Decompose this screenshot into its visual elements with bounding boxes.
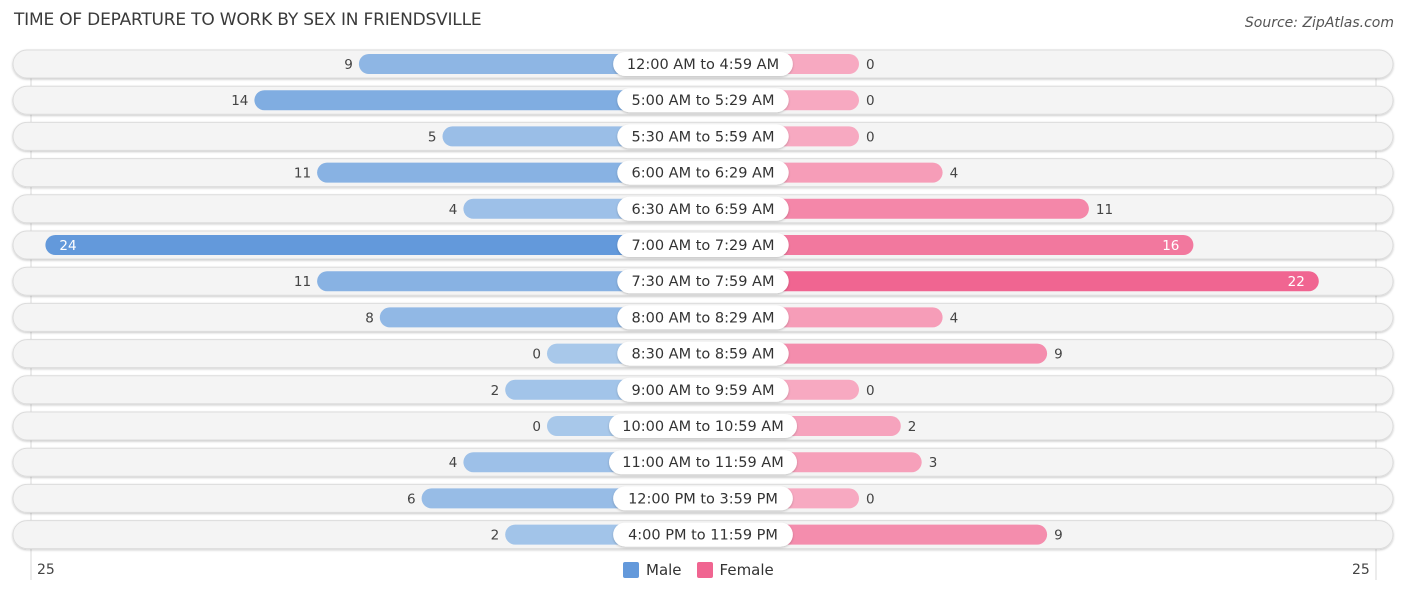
category-label: 7:00 AM to 7:29 AM bbox=[632, 238, 775, 254]
female-value-label: 11 bbox=[1096, 202, 1113, 218]
male-value-label: 8 bbox=[365, 310, 374, 326]
legend-item-female[interactable]: Female bbox=[696, 561, 774, 579]
category-label: 7:30 AM to 7:59 AM bbox=[632, 274, 775, 290]
female-value-label: 0 bbox=[866, 93, 875, 109]
chart-canvas: 12:00 AM to 4:59 AM 9 0 5:00 AM to 5:29 AM 1… bbox=[12, 49, 1394, 580]
axis-tick-right: 25 bbox=[1352, 562, 1370, 578]
female-value-label: 0 bbox=[866, 57, 875, 73]
female-value-label: 4 bbox=[950, 310, 959, 326]
male-value-label: 11 bbox=[294, 166, 311, 182]
category-label: 5:30 AM to 5:59 AM bbox=[632, 129, 775, 145]
category-label: 6:00 AM to 6:29 AM bbox=[632, 166, 775, 182]
male-value-label: 0 bbox=[532, 419, 541, 435]
female-value-label: 9 bbox=[1054, 347, 1063, 363]
female-bar bbox=[703, 271, 1319, 292]
legend: Male Female bbox=[623, 561, 789, 579]
female-value-label: 9 bbox=[1054, 528, 1063, 544]
legend-item-male[interactable]: Male bbox=[623, 561, 682, 579]
axis-tick-left: 25 bbox=[37, 562, 55, 578]
male-value-label: 24 bbox=[59, 238, 76, 254]
legend-label-male: Male bbox=[646, 561, 682, 579]
legend-swatch-male bbox=[623, 562, 639, 578]
category-label: 6:30 AM to 6:59 AM bbox=[632, 202, 775, 218]
category-label: 4:00 PM to 11:59 PM bbox=[628, 528, 778, 544]
category-label: 8:30 AM to 8:59 AM bbox=[632, 347, 775, 363]
male-value-label: 4 bbox=[449, 202, 458, 218]
male-value-label: 4 bbox=[449, 455, 458, 471]
male-value-label: 11 bbox=[294, 274, 311, 290]
category-label: 11:00 AM to 11:59 AM bbox=[622, 455, 783, 471]
category-label: 12:00 PM to 3:59 PM bbox=[628, 491, 778, 507]
male-value-label: 2 bbox=[491, 528, 500, 544]
chart-rows: 12:00 AM to 4:59 AM 9 0 5:00 AM to 5:29 AM 1… bbox=[12, 49, 1394, 550]
category-label: 9:00 AM to 9:59 AM bbox=[632, 383, 775, 399]
female-value-label: 22 bbox=[1288, 274, 1305, 290]
female-value-label: 4 bbox=[950, 166, 959, 182]
category-label: 5:00 AM to 5:29 AM bbox=[632, 93, 775, 109]
female-value-label: 16 bbox=[1162, 238, 1179, 254]
female-value-label: 0 bbox=[866, 383, 875, 399]
category-label: 12:00 AM to 4:59 AM bbox=[627, 57, 779, 73]
male-value-label: 6 bbox=[407, 491, 416, 507]
legend-label-female: Female bbox=[719, 561, 774, 579]
male-value-label: 5 bbox=[428, 129, 437, 145]
female-value-label: 0 bbox=[866, 491, 875, 507]
female-value-label: 2 bbox=[908, 419, 917, 435]
male-value-label: 14 bbox=[231, 93, 248, 109]
category-label: 10:00 AM to 10:59 AM bbox=[622, 419, 783, 435]
category-label: 8:00 AM to 8:29 AM bbox=[632, 310, 775, 326]
legend-swatch-female bbox=[696, 562, 713, 578]
female-value-label: 3 bbox=[929, 455, 938, 471]
male-value-label: 9 bbox=[344, 57, 353, 73]
female-value-label: 0 bbox=[866, 129, 875, 145]
male-value-label: 2 bbox=[491, 383, 500, 399]
male-value-label: 0 bbox=[532, 347, 541, 363]
male-bar bbox=[45, 235, 703, 255]
